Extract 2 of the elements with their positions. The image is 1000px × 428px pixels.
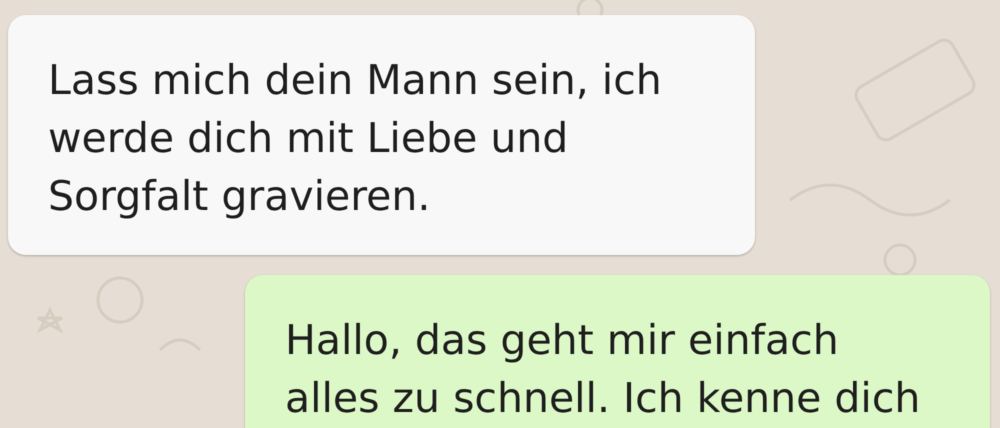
message-bubble: Hallo, das geht mir einfach alles zu schnell. Ich kenne dich [245, 275, 990, 428]
message-bubble: Lass mich dein Mann sein, ich werde dich mit Liebe und Sorgfalt gravieren. [8, 15, 755, 255]
